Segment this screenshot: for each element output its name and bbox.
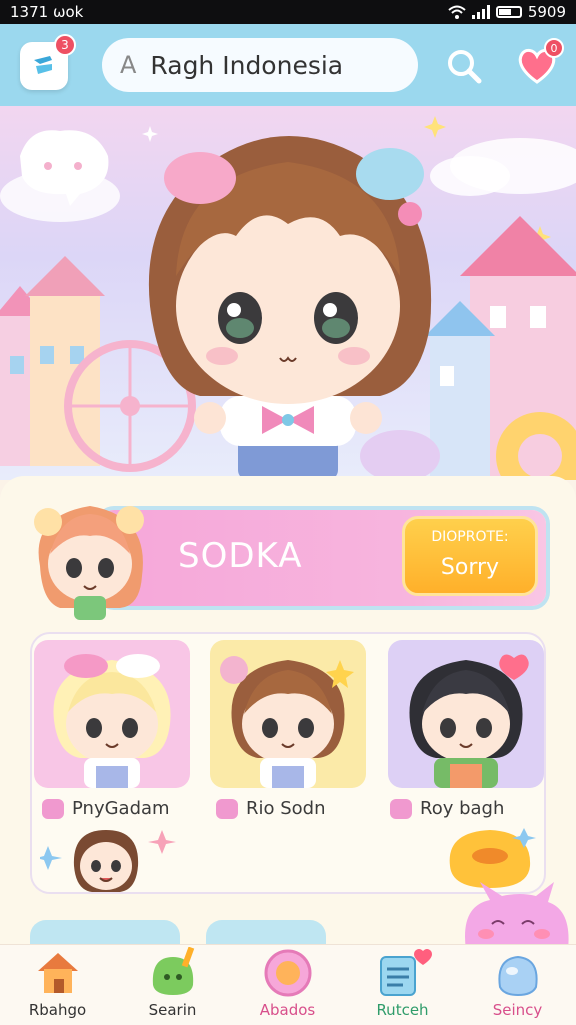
status-text-left: 1371 ωok	[10, 3, 84, 21]
search-prefix-icon: A	[120, 51, 137, 79]
nav-label: Rutceh	[376, 1001, 429, 1019]
character-name-row[interactable]: Rio Sodn	[216, 798, 326, 819]
nav-label: Abados	[259, 1001, 316, 1019]
next-card-peek[interactable]	[206, 920, 326, 946]
nav-rutceh[interactable]: Rutceh	[345, 945, 460, 1025]
green-slime-icon	[152, 947, 194, 995]
nav-label: Seincy	[492, 1001, 543, 1019]
featured-button-caption: DIOPROTE:	[431, 529, 509, 545]
cookie-icon	[264, 949, 311, 997]
featured-action-button[interactable]: DIOPROTE: Sorry	[402, 516, 538, 596]
featured-character-avatar[interactable]	[30, 496, 150, 626]
character-name: PnyGadam	[72, 798, 170, 819]
search-bar[interactable]: A	[102, 38, 418, 92]
favorites-badge: 0	[544, 38, 564, 58]
favorites-button[interactable]: 0	[516, 38, 564, 86]
cat-sticker	[465, 882, 569, 950]
character-badge-icon	[216, 798, 238, 819]
bubble-icon	[497, 955, 538, 997]
nav-seincy[interactable]: Seincy	[460, 945, 575, 1025]
character-name-row[interactable]: PnyGadam	[42, 798, 170, 819]
app-badge: 3	[54, 34, 76, 56]
nav-label: Rbahgo	[28, 1001, 87, 1019]
nav-home[interactable]: Rbahgo	[0, 945, 115, 1025]
character-badge-icon	[42, 798, 64, 819]
search-icon[interactable]	[444, 46, 484, 86]
character-portrait	[220, 656, 354, 788]
house-icon	[37, 953, 78, 993]
status-icons: 5909	[448, 3, 566, 21]
character-card[interactable]	[34, 640, 190, 788]
signal-icon	[471, 5, 490, 19]
status-bar: 1371 ωok 5909	[0, 0, 576, 24]
small-character-sticker	[40, 830, 176, 892]
battery-icon	[495, 6, 522, 18]
app-logo-icon	[34, 56, 52, 74]
app-menu-button[interactable]: 3	[20, 34, 76, 90]
character-card[interactable]	[388, 640, 544, 788]
top-header: 3 A 0	[0, 24, 576, 106]
hero-banner[interactable]	[0, 106, 576, 480]
character-portrait	[53, 654, 171, 788]
nav-abados[interactable]: Abados	[230, 945, 345, 1025]
character-portrait	[409, 654, 529, 788]
search-input[interactable]	[148, 49, 393, 81]
character-name: Roy bagh	[420, 798, 505, 819]
nav-search[interactable]: Searin	[115, 945, 230, 1025]
character-badge-icon	[390, 798, 412, 819]
hero-illustration	[0, 116, 576, 480]
character-name-row[interactable]: Roy bagh	[390, 798, 504, 819]
status-text-right: 5909	[527, 3, 566, 21]
character-card[interactable]	[210, 640, 366, 788]
checklist-icon	[379, 949, 432, 996]
wifi-icon	[448, 5, 466, 19]
bottom-navigation: Rbahgo Searin Abados Rutceh Seincy	[0, 944, 576, 1025]
next-card-peek[interactable]	[30, 920, 180, 946]
character-name: Rio Sodn	[246, 798, 326, 819]
nav-label: Searin	[148, 1001, 197, 1019]
featured-button-label: Sorry	[440, 555, 500, 580]
featured-title: SODKA	[178, 536, 303, 576]
